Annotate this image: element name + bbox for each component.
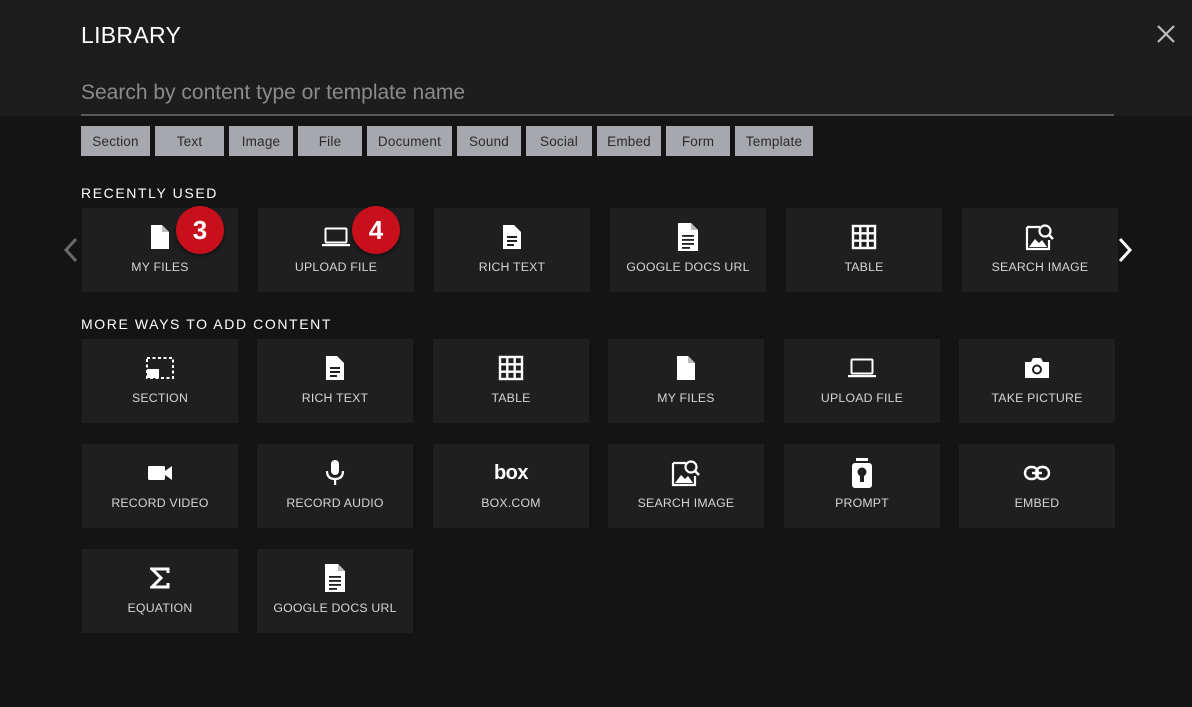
document-icon bbox=[257, 354, 413, 382]
tile-record-audio[interactable]: RECORD AUDIO bbox=[257, 444, 413, 528]
filter-chip-image[interactable]: Image bbox=[229, 126, 293, 156]
tile-take-picture[interactable]: TAKE PICTURE bbox=[959, 339, 1115, 423]
google-doc-icon bbox=[257, 564, 413, 592]
tile-table[interactable]: TABLE bbox=[786, 208, 942, 292]
tile-label: EMBED bbox=[1014, 496, 1060, 510]
filter-chip-form[interactable]: Form bbox=[666, 126, 730, 156]
tile-google-docs-url[interactable]: GOOGLE DOCS URL bbox=[257, 549, 413, 633]
filter-chip-file[interactable]: File bbox=[298, 126, 362, 156]
image-search-icon bbox=[608, 459, 764, 487]
tile-upload-file[interactable]: UPLOAD FILE bbox=[784, 339, 940, 423]
tile-my-files[interactable]: MY FILES bbox=[608, 339, 764, 423]
microphone-icon bbox=[257, 459, 413, 487]
filter-chip-text[interactable]: Text bbox=[155, 126, 224, 156]
prompt-icon bbox=[784, 458, 940, 488]
table-icon bbox=[433, 354, 589, 382]
tile-label: EQUATION bbox=[127, 601, 193, 615]
tile-label: SECTION bbox=[131, 391, 189, 405]
dialog-title: LIBRARY bbox=[81, 22, 182, 48]
chevron-left-icon[interactable] bbox=[60, 233, 82, 267]
google-doc-icon bbox=[610, 223, 766, 251]
filter-chip-social[interactable]: Social bbox=[526, 126, 592, 156]
laptop-icon bbox=[784, 354, 940, 382]
tile-label: TABLE bbox=[844, 260, 884, 274]
tile-label: GOOGLE DOCS URL bbox=[273, 601, 397, 615]
tile-google-docs-url[interactable]: GOOGLE DOCS URL bbox=[610, 208, 766, 292]
tile-label: GOOGLE DOCS URL bbox=[626, 260, 750, 274]
tile-record-video[interactable]: RECORD VIDEO bbox=[82, 444, 238, 528]
tile-label: RICH TEXT bbox=[478, 260, 546, 274]
tile-box-com[interactable]: box BOX.COM bbox=[433, 444, 589, 528]
tile-equation[interactable]: EQUATION bbox=[82, 549, 238, 633]
close-icon[interactable] bbox=[1152, 20, 1180, 48]
box-logo-icon: box bbox=[433, 459, 589, 487]
filter-chip-document[interactable]: Document bbox=[367, 126, 452, 156]
tile-search-image[interactable]: SEARCH IMAGE bbox=[962, 208, 1118, 292]
step-badge: 4 bbox=[352, 206, 400, 254]
video-camera-icon bbox=[82, 459, 238, 487]
box-logo-text: box bbox=[493, 461, 529, 484]
tile-rich-text[interactable]: RICH TEXT bbox=[434, 208, 590, 292]
tile-table[interactable]: TABLE bbox=[433, 339, 589, 423]
image-search-icon bbox=[962, 223, 1118, 251]
section-icon bbox=[82, 354, 238, 382]
tile-label: UPLOAD FILE bbox=[820, 391, 904, 405]
file-icon bbox=[608, 354, 764, 382]
step-badge: 3 bbox=[176, 206, 224, 254]
tile-section[interactable]: SECTION bbox=[82, 339, 238, 423]
camera-icon bbox=[959, 354, 1115, 382]
filter-chip-sound[interactable]: Sound bbox=[457, 126, 521, 156]
chevron-right-icon[interactable] bbox=[1114, 233, 1136, 267]
tile-rich-text[interactable]: RICH TEXT bbox=[257, 339, 413, 423]
tile-label: MY FILES bbox=[657, 391, 715, 405]
recently-used-heading: RECENTLY USED bbox=[81, 185, 218, 201]
tile-label: RICH TEXT bbox=[301, 391, 369, 405]
sigma-icon bbox=[82, 564, 238, 592]
search-input[interactable] bbox=[81, 72, 1114, 116]
link-icon bbox=[959, 459, 1115, 487]
filter-chip-template[interactable]: Template bbox=[735, 126, 813, 156]
filter-chip-embed[interactable]: Embed bbox=[597, 126, 661, 156]
tile-label: MY FILES bbox=[131, 260, 189, 274]
tile-label: UPLOAD FILE bbox=[294, 260, 378, 274]
tile-prompt[interactable]: PROMPT bbox=[784, 444, 940, 528]
more-ways-heading: MORE WAYS TO ADD CONTENT bbox=[81, 316, 333, 332]
tile-label: TAKE PICTURE bbox=[991, 391, 1083, 405]
filter-chip-section[interactable]: Section bbox=[81, 126, 150, 156]
tile-label: RECORD AUDIO bbox=[286, 496, 384, 510]
table-icon bbox=[786, 223, 942, 251]
tile-label: RECORD VIDEO bbox=[111, 496, 209, 510]
document-icon bbox=[434, 223, 590, 251]
tile-label: SEARCH IMAGE bbox=[991, 260, 1089, 274]
tile-embed[interactable]: EMBED bbox=[959, 444, 1115, 528]
tile-label: SEARCH IMAGE bbox=[637, 496, 735, 510]
tile-label: TABLE bbox=[491, 391, 531, 405]
tile-label: PROMPT bbox=[835, 496, 889, 510]
tile-label: BOX.COM bbox=[481, 496, 541, 510]
tile-search-image[interactable]: SEARCH IMAGE bbox=[608, 444, 764, 528]
